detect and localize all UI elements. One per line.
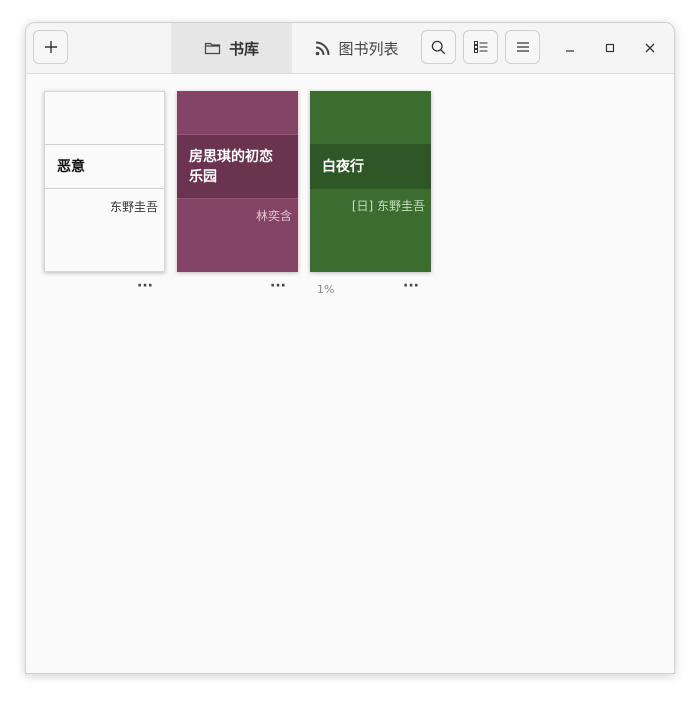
minimize-icon (566, 50, 574, 52)
book-author: [日] 东野圭吾 (351, 199, 425, 213)
book-cover[interactable]: 房思琪的初恋乐园 林奕含 (177, 91, 298, 272)
add-book-button[interactable] (33, 30, 68, 64)
search-icon (431, 40, 446, 54)
minimize-button[interactable] (558, 36, 582, 60)
view-mode-button[interactable] (463, 30, 498, 64)
book-author: 东野圭吾 (109, 200, 158, 214)
hamburger-menu-icon (516, 42, 529, 52)
cover-top (45, 92, 164, 144)
plus-icon (44, 41, 57, 53)
maximize-icon (605, 43, 615, 53)
rss-feed-icon (316, 41, 330, 55)
book-title: 白夜行 (310, 144, 431, 189)
book-card[interactable]: 恶意 东野圭吾 ··· (44, 91, 165, 302)
cover-top (177, 91, 298, 134)
tab-library[interactable]: 书库 (171, 23, 292, 73)
maximize-button[interactable] (598, 36, 622, 60)
close-icon (645, 43, 655, 53)
book-title: 房思琪的初恋乐园 (177, 134, 298, 199)
book-title: 恶意 (45, 144, 164, 189)
cover-top (310, 91, 431, 144)
library-grid: 恶意 东野圭吾 ··· 房思琪的初恋乐园 林奕含 ··· 白夜行 [日] 东野圭… (26, 74, 674, 673)
more-options-button[interactable]: ··· (137, 278, 153, 294)
search-button[interactable] (421, 30, 456, 64)
tab-library-label: 书库 (228, 39, 259, 58)
close-button[interactable] (638, 36, 662, 60)
book-cover[interactable]: 白夜行 [日] 东野圭吾 (310, 91, 431, 272)
more-options-button[interactable]: ··· (270, 278, 286, 294)
list-view-icon (473, 41, 487, 53)
main-menu-button[interactable] (505, 30, 540, 64)
book-footer: 1% ··· (310, 272, 431, 302)
app-window: 书库 图书列表 恶意 东野圭吾 ··· 房思琪的初恋乐园 林奕含 ··· 白夜行… (25, 22, 675, 674)
book-card[interactable]: 白夜行 [日] 东野圭吾 1% ··· (310, 91, 431, 302)
header-bar: 书库 图书列表 (26, 23, 674, 74)
folder-icon (204, 42, 221, 55)
book-author: 林奕含 (255, 209, 292, 223)
more-options-button[interactable]: ··· (403, 278, 419, 294)
book-card[interactable]: 房思琪的初恋乐园 林奕含 ··· (177, 91, 298, 302)
book-cover[interactable]: 恶意 东野圭吾 (44, 91, 165, 272)
book-footer: ··· (177, 272, 298, 302)
tab-book-list-label: 图书列表 (338, 39, 399, 58)
reading-progress: 1% (317, 283, 335, 296)
book-footer: ··· (44, 272, 165, 302)
tab-book-list[interactable]: 图书列表 (292, 23, 422, 73)
